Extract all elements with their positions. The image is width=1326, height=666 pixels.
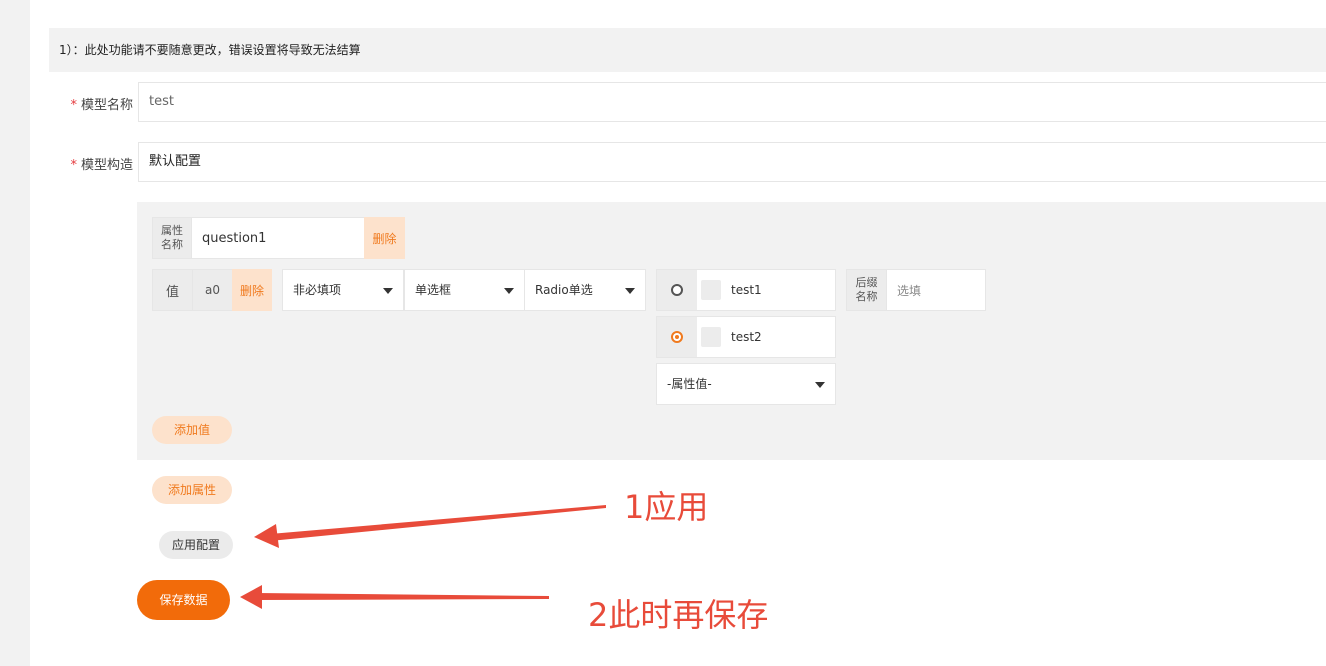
- option-checkbox[interactable]: [701, 280, 721, 300]
- annotation-step1: 1应用: [624, 488, 709, 526]
- suffix-name-label-line2: 名称: [855, 290, 878, 303]
- add-attribute-button[interactable]: 添加属性: [152, 476, 232, 504]
- attribute-delete-button[interactable]: 删除: [364, 217, 405, 259]
- model-struct-label-text: 模型构造: [80, 158, 133, 173]
- notice-bar: 1）：此处功能请不要随意更改，错误设置将导致无法结算: [49, 28, 1326, 72]
- model-struct-select[interactable]: 默认配置: [138, 142, 1326, 182]
- model-name-label-text: 模型名称: [80, 98, 133, 113]
- option-text: test2: [731, 330, 762, 344]
- chevron-down-icon: [625, 288, 635, 294]
- required-mark: *: [70, 98, 77, 113]
- required-mark: *: [70, 158, 77, 173]
- attribute-name-label-line1: 属性: [161, 224, 183, 237]
- model-struct-label: * 模型构造: [49, 154, 133, 173]
- add-value-button[interactable]: 添加值: [152, 416, 232, 444]
- radio-unchecked-icon[interactable]: [671, 284, 683, 296]
- save-data-button[interactable]: 保存数据: [137, 580, 230, 620]
- value-label: 值: [152, 269, 193, 311]
- widget-select[interactable]: 单选框: [404, 269, 525, 311]
- radio-checked-icon[interactable]: [671, 331, 683, 343]
- option-radio-cell[interactable]: [657, 317, 697, 357]
- model-name-label: * 模型名称: [49, 94, 133, 113]
- type-select-value: Radio单选: [535, 283, 593, 297]
- value-code[interactable]: a0: [192, 269, 233, 311]
- widget-select-value: 单选框: [415, 283, 452, 297]
- option-row[interactable]: test2: [656, 316, 836, 358]
- value-delete-button[interactable]: 删除: [232, 269, 272, 311]
- suffix-name-label: 后缀 名称: [846, 269, 887, 311]
- attribute-name-label: 属性 名称: [152, 217, 192, 259]
- option-row[interactable]: test1: [656, 269, 836, 311]
- option-text: test1: [731, 283, 762, 297]
- attr-value-select-value: -属性值-: [667, 377, 712, 391]
- annotation-step2: 2此时再保存: [588, 596, 769, 634]
- chevron-down-icon: [815, 382, 825, 388]
- chevron-down-icon: [383, 288, 393, 294]
- model-name-input[interactable]: test: [138, 82, 1326, 122]
- option-radio-cell[interactable]: [657, 270, 697, 310]
- required-select[interactable]: 非必填项: [282, 269, 404, 311]
- type-select[interactable]: Radio单选: [524, 269, 646, 311]
- attribute-name-label-line2: 名称: [161, 238, 183, 251]
- option-checkbox[interactable]: [701, 327, 721, 347]
- attribute-name-input[interactable]: question1: [191, 217, 365, 259]
- required-select-value: 非必填项: [293, 283, 342, 297]
- suffix-name-label-line1: 后缀: [855, 276, 878, 289]
- attr-value-select[interactable]: -属性值-: [656, 363, 836, 405]
- apply-config-button[interactable]: 应用配置: [159, 531, 233, 559]
- chevron-down-icon: [504, 288, 514, 294]
- suffix-name-input[interactable]: 选填: [886, 269, 986, 311]
